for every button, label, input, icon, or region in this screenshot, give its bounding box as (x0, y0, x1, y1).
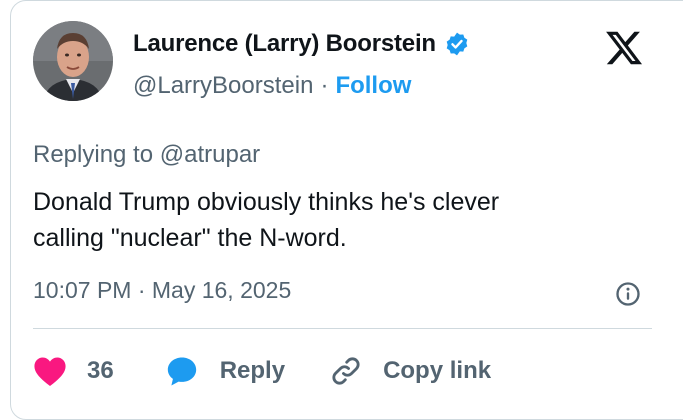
like-count: 36 (87, 357, 114, 384)
replying-to: Replying to @atrupar (33, 141, 260, 169)
tweet-text-line: Donald Trump obviously thinks he's cleve… (33, 188, 500, 216)
author-row: Laurence (Larry) Boorstein (133, 30, 470, 58)
replying-to-label: Replying to (33, 141, 154, 168)
copy-link-label: Copy link (383, 357, 492, 384)
link-icon (332, 357, 360, 385)
reply-button[interactable]: Reply (164, 354, 285, 388)
tweet-text-line: calling "nuclear" the N-word. (33, 224, 347, 252)
display-name[interactable]: Laurence (Larry) Boorstein (133, 30, 436, 58)
tweet-text: Donald Trump obviously thinks he's cleve… (33, 184, 633, 256)
divider (33, 328, 652, 329)
verified-badge-icon (444, 31, 470, 57)
action-bar: 36 Reply Copy link (33, 350, 491, 392)
reply-label: Reply (219, 357, 286, 384)
author-handle[interactable]: @LarryBoorstein (133, 72, 313, 100)
handle-row: @LarryBoorstein · Follow (133, 72, 411, 100)
avatar[interactable] (33, 21, 113, 101)
like-button[interactable]: 36 (33, 355, 114, 387)
heart-icon (34, 357, 66, 387)
separator-dot: · (320, 72, 329, 99)
speech-bubble-icon (167, 357, 196, 386)
tweet-timestamp[interactable]: 10:07 PM · May 16, 2025 (33, 277, 291, 304)
copy-link-button[interactable]: Copy link (329, 354, 491, 388)
follow-button[interactable]: Follow (335, 72, 411, 100)
info-icon[interactable] (614, 280, 642, 308)
reply-mention-link[interactable]: @atrupar (160, 141, 260, 168)
x-logo-icon[interactable] (604, 28, 644, 68)
